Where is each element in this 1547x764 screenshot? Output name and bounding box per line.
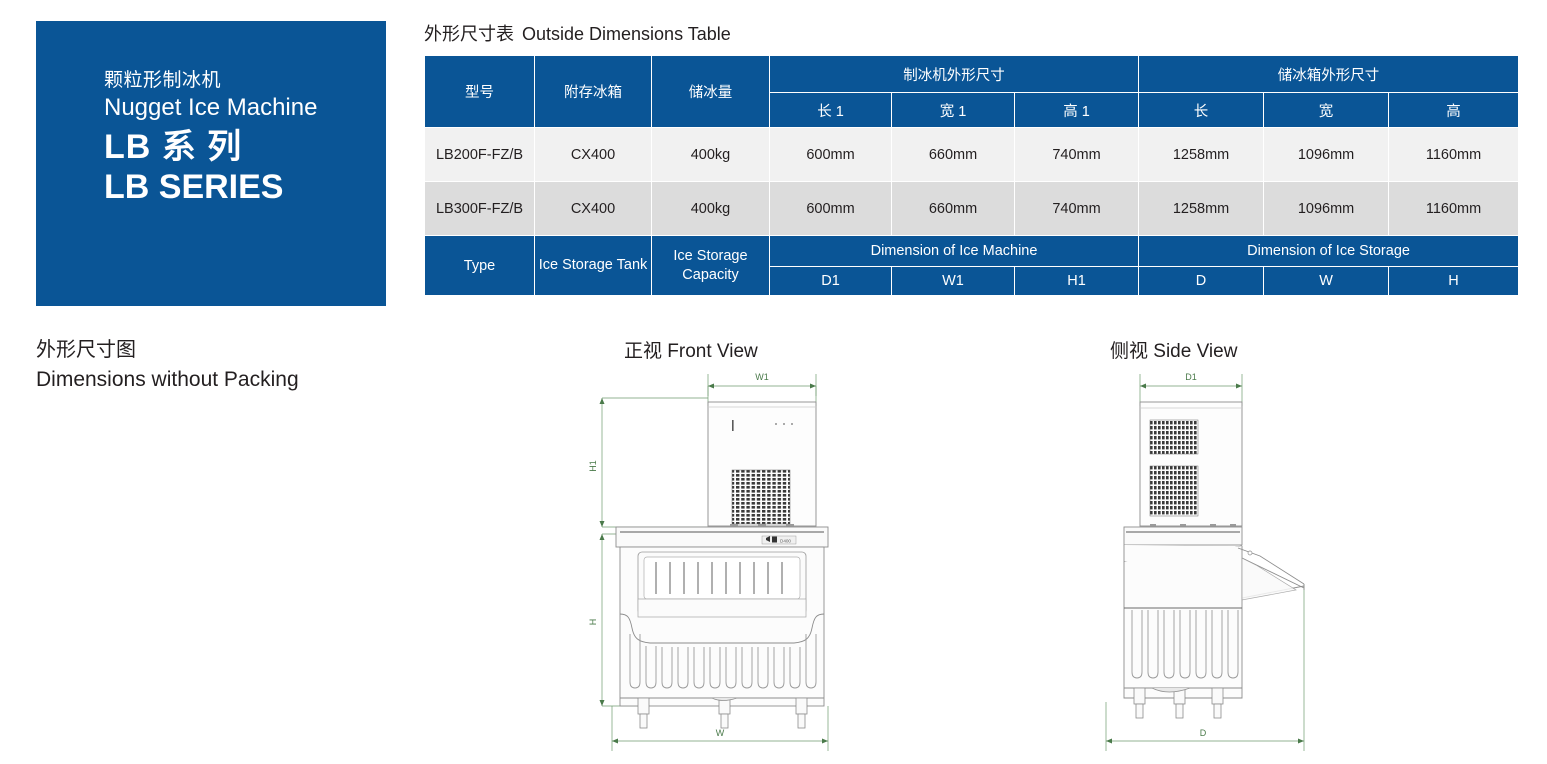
hero-product-title-cn: 颗粒形制冰机 bbox=[104, 70, 222, 91]
front-dim-label-h: H bbox=[588, 619, 598, 626]
front-ice-storage-bin: D400 bbox=[615, 526, 829, 729]
header-machine-height-en: H1 bbox=[1013, 266, 1140, 296]
side-ice-machine-module bbox=[1139, 401, 1243, 527]
cell-model: LB200F-FZ/B bbox=[424, 127, 535, 182]
hero-panel: 颗粒形制冰机 Nugget Ice Machine LB 系 列 LB SERI… bbox=[36, 21, 386, 306]
side-ice-storage-bin bbox=[1123, 526, 1305, 719]
side-view-drawing: D1 D bbox=[1105, 372, 1305, 751]
header-tank-en: Ice Storage Tank bbox=[534, 235, 652, 296]
dimensions-caption: 外形尺寸图 Dimensions without Packing bbox=[36, 336, 299, 395]
header-machine-length-cn: 长 1 bbox=[769, 92, 892, 128]
side-grille-lower bbox=[1149, 465, 1199, 517]
header-storage-height-cn: 高 bbox=[1388, 92, 1520, 128]
dimensions-table: 型号 附存冰箱 储冰量 制冰机外形尺寸 储冰箱外形尺寸 长 1 宽 1 高 1 … bbox=[424, 55, 1520, 296]
table-row: LB300F-FZ/B CX400 400kg 600mm 660mm 740m… bbox=[424, 181, 1520, 236]
header-storage-group-en: Dimension of Ice Storage bbox=[1138, 235, 1520, 267]
cell-storage-height: 1160mm bbox=[1388, 181, 1520, 236]
table-caption-cn: 外形尺寸表 bbox=[424, 24, 514, 44]
header-tank-cn: 附存冰箱 bbox=[534, 55, 652, 128]
dimensions-caption-cn: 外形尺寸图 bbox=[36, 339, 136, 361]
header-storage-width-en: W bbox=[1263, 266, 1390, 296]
front-dim-label-w: W bbox=[716, 728, 725, 738]
cell-storage-height: 1160mm bbox=[1388, 127, 1520, 182]
cell-storage-width: 1096mm bbox=[1263, 181, 1390, 236]
hero-series-title-cn: LB 系 列 bbox=[104, 128, 243, 166]
control-panel-badge: D400 bbox=[761, 535, 797, 545]
header-storage-group-cn: 储冰箱外形尺寸 bbox=[1138, 55, 1520, 93]
cell-machine-height: 740mm bbox=[1013, 181, 1140, 236]
header-storage-height-en: H bbox=[1388, 266, 1520, 296]
header-model-cn: 型号 bbox=[424, 55, 535, 128]
dimensions-caption-en: Dimensions without Packing bbox=[36, 368, 299, 391]
cell-machine-width: 660mm bbox=[891, 181, 1015, 236]
header-storage-length-en: D bbox=[1138, 266, 1265, 296]
side-dim-label-d1: D1 bbox=[1185, 372, 1197, 382]
cell-storage-length: 1258mm bbox=[1138, 181, 1265, 236]
cell-machine-width: 660mm bbox=[891, 127, 1015, 182]
front-dim-label-h1: H1 bbox=[588, 460, 598, 472]
table-caption-en: Outside Dimensions Table bbox=[522, 24, 731, 44]
hero-product-title-en: Nugget Ice Machine bbox=[104, 94, 318, 121]
hero-series-title-en: LB SERIES bbox=[104, 168, 284, 206]
cell-tank: CX400 bbox=[534, 181, 652, 236]
side-dim-label-d: D bbox=[1200, 728, 1207, 738]
header-machine-length-en: D1 bbox=[769, 266, 892, 296]
cell-capacity: 400kg bbox=[651, 127, 770, 182]
cell-machine-height: 740mm bbox=[1013, 127, 1140, 182]
table-header-row-en-group: Type Ice Storage Tank Ice Storage Capaci… bbox=[424, 235, 1520, 296]
side-view-title: 侧视 Side View bbox=[1110, 341, 1238, 362]
badge-label: D400 bbox=[780, 539, 791, 544]
table-header-row-cn-group: 型号 附存冰箱 储冰量 制冰机外形尺寸 储冰箱外形尺寸 bbox=[424, 55, 1520, 128]
cell-machine-length: 600mm bbox=[769, 181, 892, 236]
cell-capacity: 400kg bbox=[651, 181, 770, 236]
front-view-drawing: W1 H1 H W D400 bbox=[588, 372, 829, 751]
front-grille bbox=[731, 469, 791, 525]
table-row: LB200F-FZ/B CX400 400kg 600mm 660mm 740m… bbox=[424, 127, 1520, 182]
header-machine-group-en: Dimension of Ice Machine bbox=[768, 235, 1140, 267]
header-storage-width-cn: 宽 bbox=[1263, 92, 1390, 128]
table-caption: 外形尺寸表 Outside Dimensions Table bbox=[424, 20, 731, 46]
front-ice-machine-module bbox=[707, 401, 817, 527]
front-view-title: 正视 Front View bbox=[624, 341, 758, 362]
header-capacity-cn: 储冰量 bbox=[651, 55, 770, 128]
front-dim-label-w1: W1 bbox=[755, 372, 769, 382]
header-storage-length-cn: 长 bbox=[1138, 92, 1265, 128]
cell-model: LB300F-FZ/B bbox=[424, 181, 535, 236]
header-capacity-en: Ice Storage Capacity bbox=[651, 235, 770, 296]
header-model-en: Type bbox=[424, 235, 535, 296]
header-machine-width-cn: 宽 1 bbox=[891, 92, 1015, 128]
header-machine-group-cn: 制冰机外形尺寸 bbox=[768, 55, 1140, 93]
side-grille-upper bbox=[1149, 419, 1199, 455]
header-machine-width-en: W1 bbox=[891, 266, 1015, 296]
cell-storage-width: 1096mm bbox=[1263, 127, 1390, 182]
cell-machine-length: 600mm bbox=[769, 127, 892, 182]
header-machine-height-cn: 高 1 bbox=[1013, 92, 1140, 128]
cell-storage-length: 1258mm bbox=[1138, 127, 1265, 182]
cell-tank: CX400 bbox=[534, 127, 652, 182]
